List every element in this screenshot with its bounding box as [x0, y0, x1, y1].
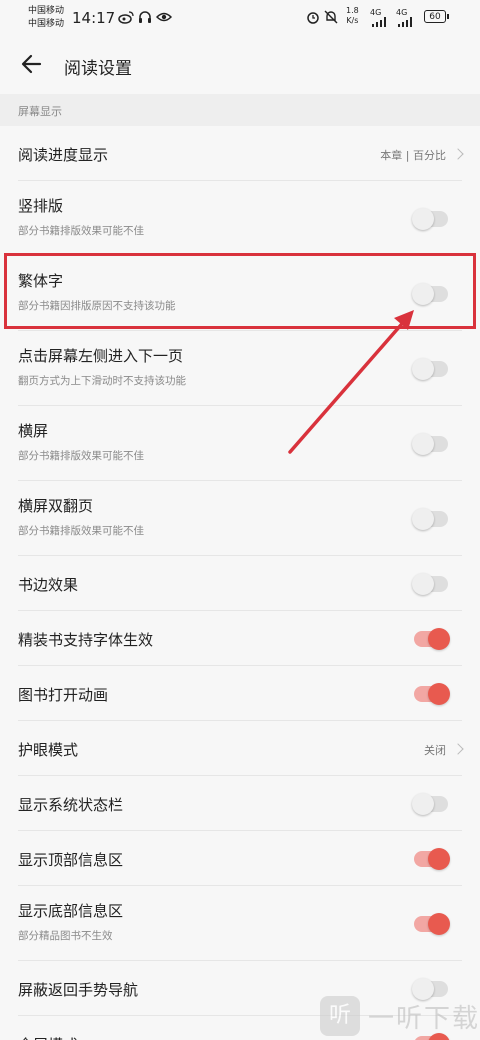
setting-row-bottom-info-area[interactable]: 显示底部信息区部分精品图书不生效	[0, 886, 480, 961]
setting-subtitle: 部分精品图书不生效	[18, 930, 113, 942]
setting-row-eye-protection[interactable]: 护眼模式 关闭	[0, 721, 480, 776]
weibo-icon	[118, 10, 134, 27]
setting-value: 本章 | 百分比	[380, 148, 446, 162]
setting-value: 关闭	[424, 743, 446, 757]
setting-subtitle: 部分书籍排版效果可能不佳	[18, 450, 144, 462]
setting-row-hardcover-font[interactable]: 精装书支持字体生效	[0, 611, 480, 666]
chevron-right-icon	[452, 147, 464, 160]
toggle-switch[interactable]	[412, 207, 448, 230]
toggle-knob	[428, 912, 450, 935]
toggle-switch[interactable]	[414, 847, 450, 870]
toggle-switch[interactable]	[412, 432, 448, 455]
page-title: 阅读设置	[64, 59, 132, 79]
setting-row-vertical-layout[interactable]: 竖排版部分书籍排版效果可能不佳	[0, 181, 480, 256]
highlight-box	[4, 253, 476, 329]
watermark-text: 一听下载	[368, 1004, 480, 1034]
setting-title: 护眼模式	[18, 741, 79, 759]
toggle-knob	[412, 572, 434, 595]
signal-bars-icon-2	[398, 16, 418, 30]
setting-title: 显示顶部信息区	[18, 851, 124, 869]
setting-title: 显示底部信息区	[18, 902, 124, 920]
toggle-knob	[428, 682, 450, 705]
section-header: 屏幕显示	[0, 94, 480, 126]
arrow-left-icon	[21, 54, 42, 74]
carrier-label-1: 中国移动	[28, 6, 65, 16]
toggle-switch[interactable]	[412, 357, 448, 380]
net-speed-unit: K/s	[346, 16, 359, 25]
toggle-switch[interactable]	[412, 977, 448, 1000]
setting-subtitle: 部分书籍排版效果可能不佳	[18, 525, 144, 537]
toggle-switch[interactable]	[412, 792, 448, 815]
signal-bars-icon	[372, 16, 392, 30]
clock: 14:17	[72, 9, 116, 27]
toggle-knob	[428, 627, 450, 650]
toggle-knob	[412, 207, 434, 230]
toggle-switch[interactable]	[412, 572, 448, 595]
setting-row-landscape[interactable]: 横屏部分书籍排版效果可能不佳	[0, 406, 480, 481]
toggle-knob	[412, 792, 434, 815]
watermark: 听 一听下载	[320, 996, 480, 1040]
carrier-label-2: 中国移动	[28, 19, 65, 29]
setting-title: 显示系统状态栏	[18, 796, 124, 814]
setting-title: 竖排版	[18, 197, 64, 215]
toggle-knob	[412, 432, 434, 455]
setting-row-book-open-animation[interactable]: 图书打开动画	[0, 666, 480, 721]
toggle-switch[interactable]	[412, 507, 448, 530]
setting-title: 精装书支持字体生效	[18, 631, 154, 649]
setting-title: 阅读进度显示	[18, 146, 109, 164]
toggle-knob	[428, 847, 450, 870]
headset-icon	[138, 10, 152, 27]
setting-title: 点击屏幕左侧进入下一页	[18, 347, 184, 365]
setting-title: 横屏	[18, 422, 49, 440]
battery-indicator: 60	[424, 10, 449, 23]
section-label: 屏幕显示	[18, 105, 62, 118]
watermark-logo: 听	[320, 996, 360, 1036]
setting-title: 横屏双翻页	[18, 497, 94, 515]
toggle-switch[interactable]	[414, 912, 450, 935]
setting-row-book-edge-effect[interactable]: 书边效果	[0, 556, 480, 611]
toggle-switch[interactable]	[414, 627, 450, 650]
setting-row-system-status-bar[interactable]: 显示系统状态栏	[0, 776, 480, 831]
toggle-knob	[412, 507, 434, 530]
toggle-switch[interactable]	[414, 682, 450, 705]
setting-title: 全屏模式	[18, 1034, 78, 1040]
setting-subtitle: 部分书籍排版效果可能不佳	[18, 225, 144, 237]
mute-bell-icon	[324, 10, 338, 27]
app-header: 阅读设置	[0, 36, 480, 94]
setting-title: 屏蔽返回手势导航	[18, 981, 139, 999]
setting-row-reading-progress[interactable]: 阅读进度显示 本章 | 百分比	[0, 126, 480, 181]
setting-title: 图书打开动画	[18, 686, 109, 704]
setting-row-top-info-area[interactable]: 显示顶部信息区	[0, 831, 480, 886]
back-button[interactable]	[20, 50, 44, 78]
alarm-icon	[306, 10, 320, 27]
setting-row-landscape-double-page[interactable]: 横屏双翻页部分书籍排版效果可能不佳	[0, 481, 480, 556]
toggle-knob	[412, 357, 434, 380]
status-bar: 中国移动 中国移动 14:17 1.8 K/s 4G 4G 60	[0, 0, 480, 36]
setting-subtitle: 翻页方式为上下滑动时不支持该功能	[18, 375, 186, 387]
eye-icon	[155, 10, 173, 27]
screen: 中国移动 中国移动 14:17 1.8 K/s 4G 4G 60 阅读设置 屏幕…	[0, 0, 480, 1040]
net-speed: 1.8 K/s	[346, 6, 359, 26]
setting-title: 书边效果	[18, 576, 79, 594]
chevron-right-icon	[452, 742, 464, 755]
setting-row-tap-left-next-page[interactable]: 点击屏幕左侧进入下一页翻页方式为上下滑动时不支持该功能	[0, 331, 480, 406]
net-speed-value: 1.8	[346, 6, 359, 15]
